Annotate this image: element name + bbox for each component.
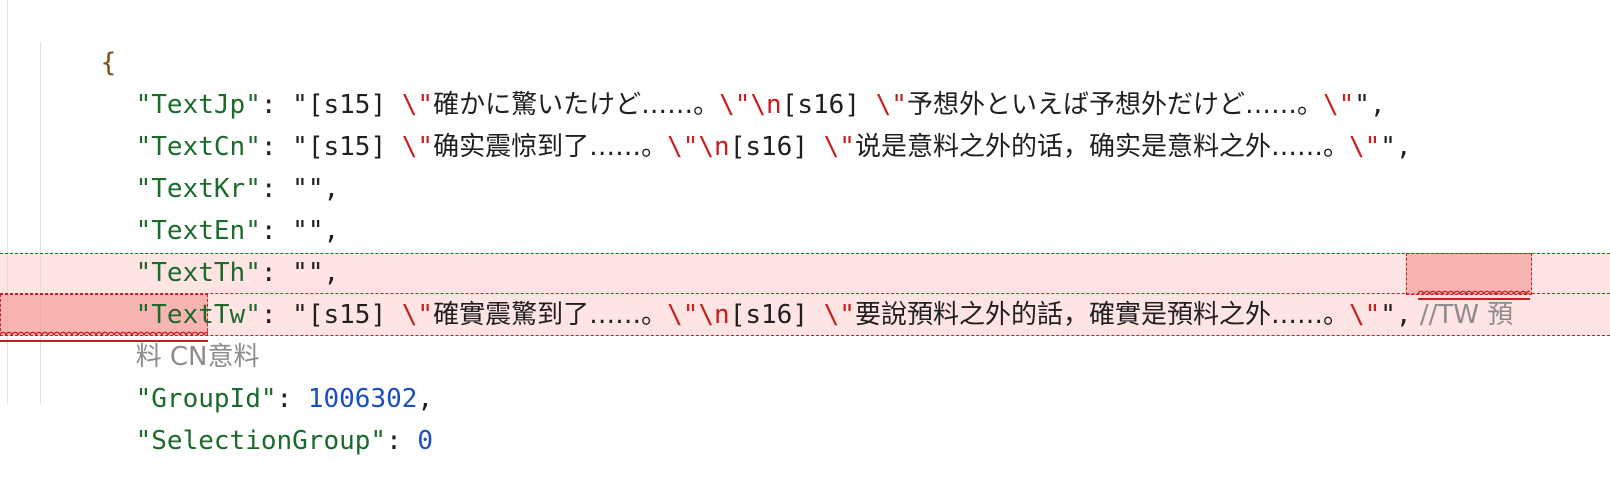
string-part: [s16]	[729, 300, 824, 330]
escape-newline: \n	[698, 132, 730, 162]
string-part: 说是意料之外的话，确实是意料之外……。	[854, 132, 1349, 162]
escape-newline: \n	[698, 300, 730, 330]
json-key: "SelectionGroup"	[135, 426, 387, 456]
code-line-textkr[interactable]: "TextKr": "",	[73, 126, 340, 204]
code-line-texten[interactable]: "TextEn": "",	[73, 168, 340, 246]
string-part: [s16]	[729, 132, 824, 162]
json-separator: :	[260, 300, 293, 330]
escape-quote: \"	[823, 132, 855, 162]
string-part: 要說預料之外的話，確實是預料之外……。	[854, 300, 1349, 330]
code-line-open-brace[interactable]: {	[38, 0, 117, 78]
code-line-textcn[interactable]: "TextCn": "[s15] \"确实震惊到了……。\"\n[s16] \"…	[73, 84, 1412, 162]
escape-quote: \"	[1348, 132, 1381, 162]
escape-quote: \"	[667, 300, 699, 330]
code-line-textth[interactable]: "TextTh": "",	[73, 210, 340, 288]
escape-quote: \"	[667, 132, 699, 162]
comma: ,	[1395, 132, 1412, 162]
code-line-texttw[interactable]: "TextTw": "[s15] \"確實震驚到了……。\"\n[s16] \"…	[73, 252, 1514, 330]
string-close-quote: "	[1380, 132, 1396, 162]
string-part: 确实震惊到了……。	[433, 132, 668, 162]
string-close-quote: "	[1380, 300, 1396, 330]
code-line-textjp[interactable]: "TextJp": "[s15] \"確かに驚いたけど……。\"\n[s16] …	[73, 42, 1386, 120]
json-separator: :	[386, 426, 418, 456]
code-line-groupid[interactable]: "GroupId": 1006302,	[73, 336, 433, 414]
number-value: 0	[417, 426, 434, 456]
editor-gutter-rule	[7, 0, 8, 404]
invalid-comment: //TW 預	[1411, 300, 1514, 330]
code-line-selectiongroup[interactable]: "SelectionGroup": 0	[73, 378, 433, 456]
escape-quote: \"	[823, 300, 855, 330]
string-part: "[s15]	[292, 300, 402, 330]
escape-quote: \"	[401, 300, 434, 330]
comma: ,	[1395, 300, 1412, 330]
escape-quote: \"	[401, 132, 434, 162]
code-editor[interactable]: { "TextJp": "[s15] \"確かに驚いたけど……。\"\n[s16…	[0, 0, 1610, 456]
escape-quote: \"	[1348, 300, 1381, 330]
code-line-comment-wrap[interactable]: 料 CN意料	[73, 294, 260, 372]
string-part: 確實震驚到了……。	[433, 300, 668, 330]
